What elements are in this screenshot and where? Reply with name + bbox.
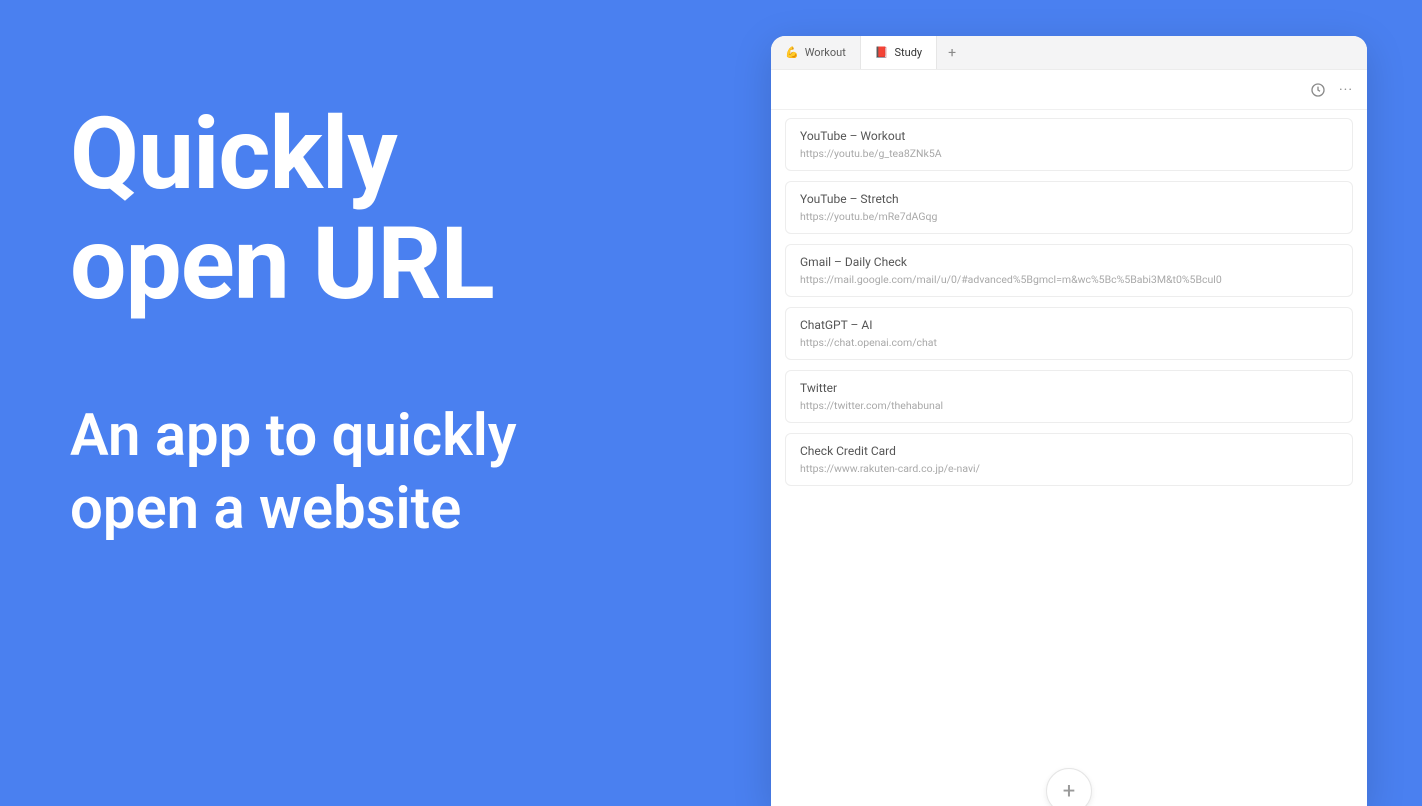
item-title: Check Credit Card: [800, 444, 1338, 458]
item-title: YouTube – Workout: [800, 129, 1338, 143]
item-url: https://twitter.com/thehabunal: [800, 399, 1338, 412]
add-tab-button[interactable]: +: [937, 36, 967, 69]
toolbar: ···: [771, 70, 1367, 110]
book-icon: 📕: [875, 47, 889, 58]
tab-label: Study: [895, 46, 923, 59]
headline-line-2: open URL: [70, 210, 517, 320]
subline: An app to quickly open a website: [70, 400, 517, 545]
list-item[interactable]: Twitter https://twitter.com/thehabunal: [785, 370, 1353, 423]
item-title: ChatGPT – AI: [800, 318, 1338, 332]
tab-label: Workout: [805, 46, 846, 59]
list-item[interactable]: YouTube – Stretch https://youtu.be/mRe7d…: [785, 181, 1353, 234]
hero-text: Quickly open URL An app to quickly open …: [70, 100, 517, 545]
list-item[interactable]: Check Credit Card https://www.rakuten-ca…: [785, 433, 1353, 486]
history-button[interactable]: [1309, 81, 1327, 99]
app-window: 💪 Workout 📕 Study + ··· YouTube – Workou…: [771, 36, 1367, 806]
item-url: https://youtu.be/g_tea8ZNk5A: [800, 147, 1338, 160]
headline-line-1: Quickly: [70, 100, 517, 210]
item-url: https://mail.google.com/mail/u/0/#advanc…: [800, 273, 1338, 286]
url-list: YouTube – Workout https://youtu.be/g_tea…: [771, 110, 1367, 806]
plus-icon: +: [948, 45, 956, 61]
item-title: Twitter: [800, 381, 1338, 395]
item-title: YouTube – Stretch: [800, 192, 1338, 206]
tab-bar: 💪 Workout 📕 Study +: [771, 36, 1367, 70]
item-url: https://chat.openai.com/chat: [800, 336, 1338, 349]
more-button[interactable]: ···: [1339, 82, 1353, 98]
item-title: Gmail – Daily Check: [800, 255, 1338, 269]
subline-line-1: An app to quickly: [70, 400, 517, 473]
dots-icon: ···: [1339, 82, 1353, 98]
flex-icon: 💪: [785, 47, 799, 58]
list-item[interactable]: ChatGPT – AI https://chat.openai.com/cha…: [785, 307, 1353, 360]
tab-workout[interactable]: 💪 Workout: [771, 36, 861, 69]
headline: Quickly open URL: [70, 100, 517, 320]
subline-line-2: open a website: [70, 473, 517, 546]
clock-icon: [1310, 82, 1326, 98]
add-url-button[interactable]: +: [1046, 768, 1092, 806]
list-item[interactable]: YouTube – Workout https://youtu.be/g_tea…: [785, 118, 1353, 171]
item-url: https://www.rakuten-card.co.jp/e-navi/: [800, 462, 1338, 475]
list-item[interactable]: Gmail – Daily Check https://mail.google.…: [785, 244, 1353, 297]
item-url: https://youtu.be/mRe7dAGqg: [800, 210, 1338, 223]
tab-study[interactable]: 📕 Study: [861, 36, 937, 69]
